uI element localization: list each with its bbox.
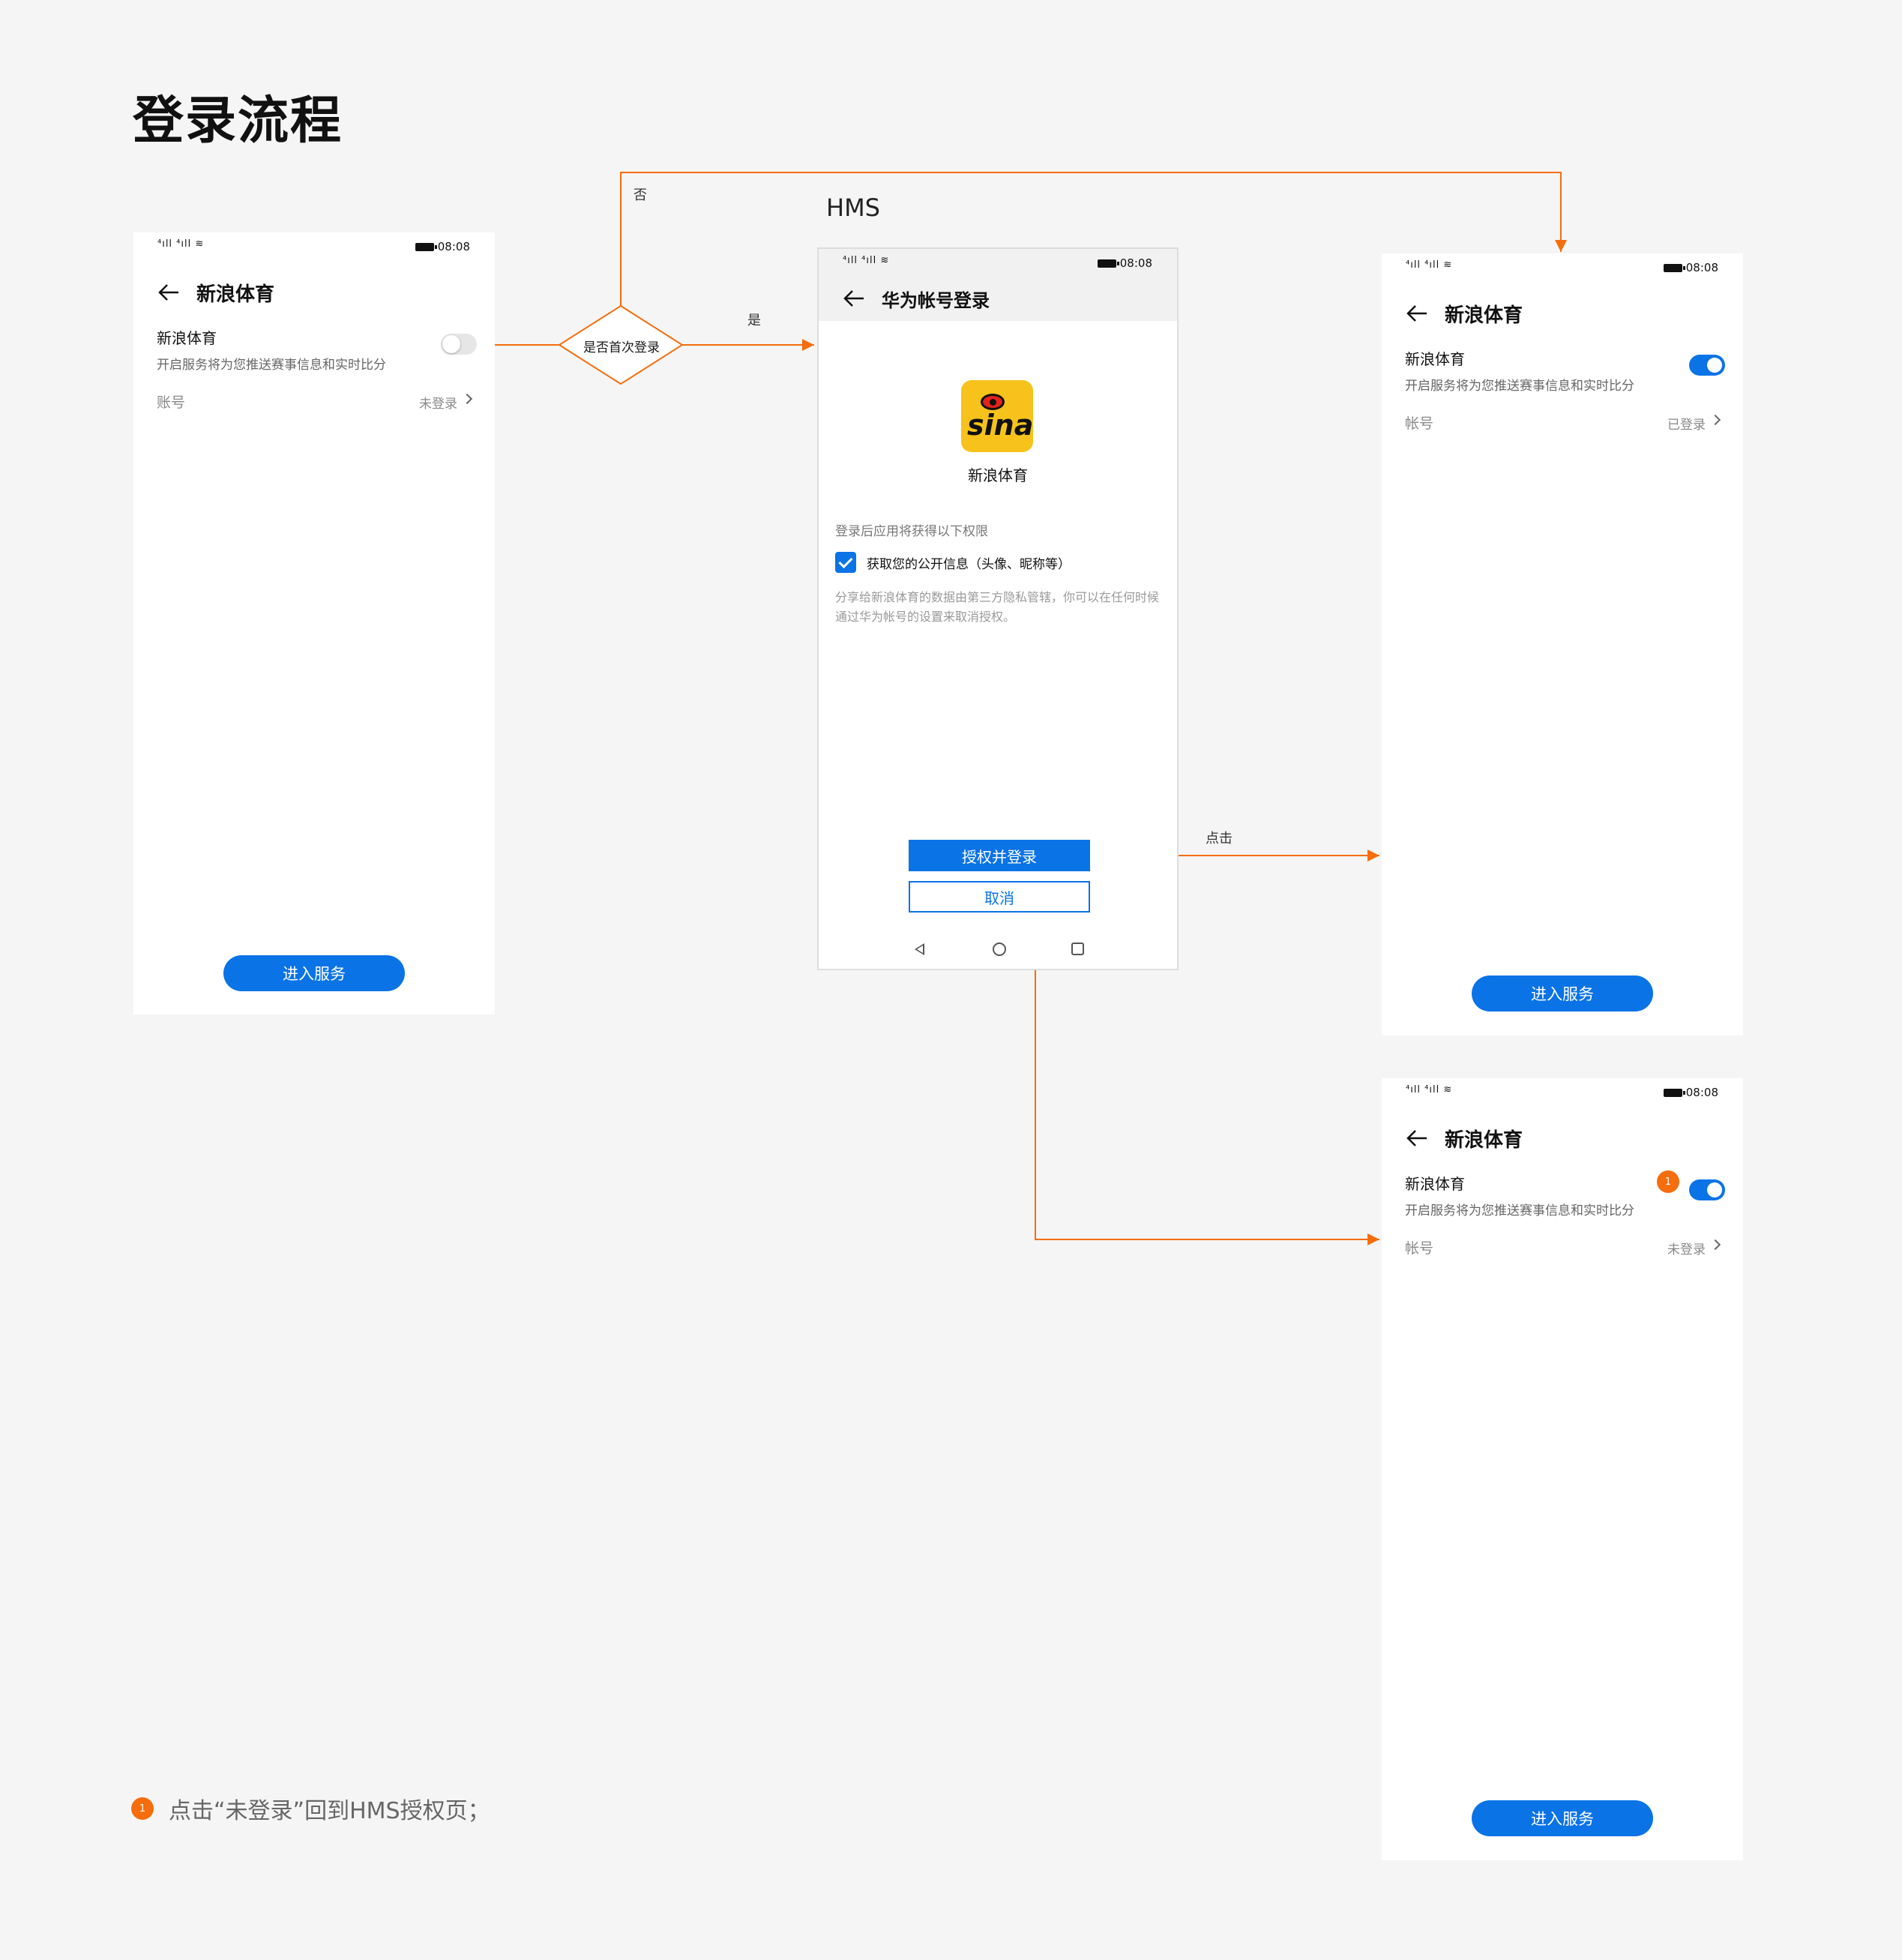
battery-icon xyxy=(1097,259,1119,268)
hms-label: HMS xyxy=(826,193,880,222)
chevron-right-icon xyxy=(1709,1239,1721,1251)
yes-label: 是 xyxy=(747,313,761,328)
status-bar: ⁴ıll ⁴ıll ≋ 08:08 xyxy=(1382,253,1743,280)
chevron-right-icon xyxy=(461,393,473,405)
nav-recent-icon[interactable] xyxy=(1071,943,1084,955)
screen-initial: ⁴ıll ⁴ıll ≋ 08:08 新浪体育 新浪体育 开启服务将为您推送赛事信… xyxy=(133,232,495,1014)
signal-icon: ⁴ıll ⁴ıll ≋ xyxy=(157,238,205,250)
back-arrow-icon[interactable] xyxy=(841,286,867,311)
footnote-badge: 1 xyxy=(131,1797,154,1820)
screen-title: 华为帐号登录 xyxy=(882,289,990,311)
account-value: 未登录 xyxy=(1667,1242,1706,1257)
service-row: 新浪体育 开启服务将为您推送赛事信息和实时比分 xyxy=(1405,347,1725,394)
decision-label: 是否首次登录 xyxy=(583,340,660,355)
status-bar: ⁴ıll ⁴ıll ≋ 08:08 xyxy=(819,249,1177,276)
click-label: 点击 xyxy=(1206,831,1233,847)
sina-eye-icon xyxy=(981,394,1005,410)
service-desc: 开启服务将为您推送赛事信息和实时比分 xyxy=(157,358,386,373)
battery-icon xyxy=(415,242,437,251)
service-toggle[interactable] xyxy=(1689,1179,1725,1200)
annotation-badge: 1 xyxy=(1657,1170,1679,1193)
screen-title: 新浪体育 xyxy=(196,283,275,306)
signal-icon: ⁴ıll ⁴ıll ≋ xyxy=(1406,1084,1453,1095)
permission-label: 获取您的公开信息（头像、昵称等） xyxy=(867,556,1071,572)
clock: 08:08 xyxy=(1685,1086,1718,1099)
permission-note: 分享给新浪体育的数据由第三方隐私管辖，你可以在任何时候通过华为帐号的设置来取消授… xyxy=(835,590,1160,624)
service-desc: 开启服务将为您推送赛事信息和实时比分 xyxy=(1405,1203,1634,1218)
back-arrow-icon[interactable] xyxy=(156,280,181,305)
signal-icon: ⁴ıll ⁴ıll ≋ xyxy=(843,255,890,266)
footnote-text: 点击“未登录”回到HMS授权页； xyxy=(169,1798,490,1824)
account-row[interactable]: 帐号 未登录 xyxy=(1405,1237,1721,1260)
status-bar: ⁴ıll ⁴ıll ≋ 08:08 xyxy=(1382,1078,1743,1105)
service-desc: 开启服务将为您推送赛事信息和实时比分 xyxy=(1405,379,1634,394)
logo-text: sina xyxy=(967,409,1034,442)
title-bar: 新浪体育 xyxy=(133,270,495,315)
screen-title: 新浪体育 xyxy=(1445,304,1523,327)
clock: 08:08 xyxy=(1685,261,1718,274)
permission-checkbox[interactable] xyxy=(835,552,856,573)
clock: 08:08 xyxy=(1119,256,1152,270)
sina-logo-icon: sina xyxy=(961,380,1033,452)
account-value: 未登录 xyxy=(419,397,457,412)
permission-item[interactable]: 获取您的公开信息（头像、昵称等） xyxy=(835,552,1071,573)
title-bar: 新浪体育 xyxy=(1382,291,1743,336)
cancel-button[interactable]: 取消 xyxy=(909,881,1090,913)
service-toggle[interactable] xyxy=(441,334,477,355)
service-name: 新浪体育 xyxy=(1405,350,1465,368)
authorize-login-button[interactable]: 授权并登录 xyxy=(909,840,1090,871)
account-label: 帐号 xyxy=(1405,1240,1434,1257)
enter-service-button[interactable]: 进入服务 xyxy=(223,955,405,991)
service-toggle[interactable] xyxy=(1689,355,1725,376)
status-bar: ⁴ıll ⁴ıll ≋ 08:08 xyxy=(133,232,495,259)
clock: 08:08 xyxy=(437,240,470,253)
battery-icon xyxy=(1663,1088,1685,1097)
service-row: 新浪体育 开启服务将为您推送赛事信息和实时比分 1 xyxy=(1405,1170,1725,1218)
screen-title: 新浪体育 xyxy=(1445,1128,1523,1152)
title-bar: 新浪体育 xyxy=(1382,1116,1743,1161)
battery-icon xyxy=(1663,263,1685,272)
screen-logged-in: ⁴ıll ⁴ıll ≋ 08:08 新浪体育 新浪体育 开启服务将为您推送赛事信… xyxy=(1382,253,1743,1035)
screen-cancelled: ⁴ıll ⁴ıll ≋ 08:08 新浪体育 新浪体育 开启服务将为您推送赛事信… xyxy=(1382,1078,1743,1860)
service-name: 新浪体育 xyxy=(157,329,217,347)
account-row[interactable]: 帐号 已登录 xyxy=(1405,412,1721,435)
account-label: 帐号 xyxy=(1405,415,1434,432)
app-name: 新浪体育 xyxy=(968,466,1028,484)
permissions-title: 登录后应用将获得以下权限 xyxy=(835,524,988,539)
back-arrow-icon[interactable] xyxy=(1404,1125,1430,1151)
screen-hms-login: ⁴ıll ⁴ıll ≋ 08:08 华为帐号登录 sina 新浪体育 登录后应用… xyxy=(817,247,1179,970)
nav-bar xyxy=(819,939,1177,961)
nav-back-icon[interactable] xyxy=(915,943,924,955)
account-label: 账号 xyxy=(157,394,186,411)
account-value: 已登录 xyxy=(1667,418,1706,433)
no-label: 否 xyxy=(634,187,647,203)
signal-icon: ⁴ıll ⁴ıll ≋ xyxy=(1406,259,1453,271)
service-row: 新浪体育 开启服务将为您推送赛事信息和实时比分 xyxy=(157,326,477,373)
chevron-right-icon xyxy=(1709,414,1721,426)
enter-service-button[interactable]: 进入服务 xyxy=(1472,976,1653,1011)
nav-home-icon[interactable] xyxy=(993,943,1006,956)
enter-service-button[interactable]: 进入服务 xyxy=(1472,1800,1653,1836)
back-arrow-icon[interactable] xyxy=(1404,301,1430,326)
account-row[interactable]: 账号 未登录 xyxy=(157,391,473,414)
title-bar: 华为帐号登录 xyxy=(819,276,1177,321)
footnote: 1 点击“未登录”回到HMS授权页； xyxy=(131,1792,490,1825)
